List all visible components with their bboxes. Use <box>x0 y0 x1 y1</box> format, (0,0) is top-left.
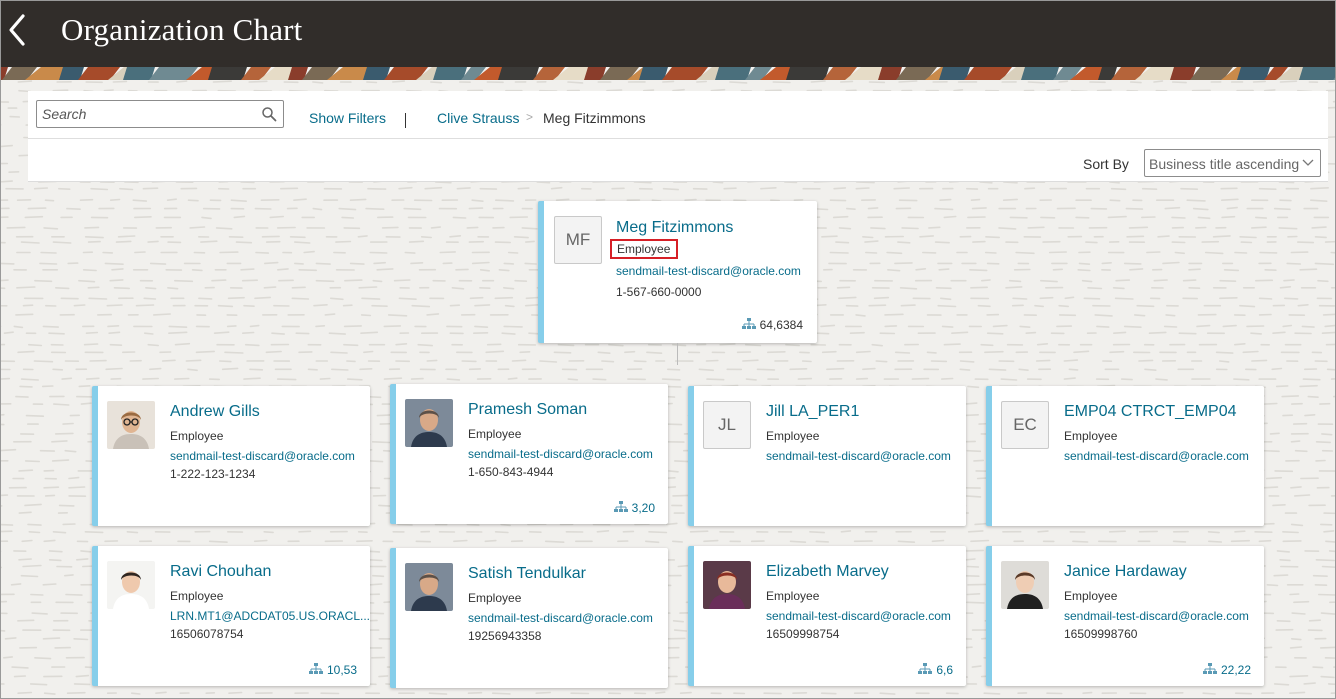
decorative-banner <box>0 67 1336 80</box>
avatar: MF <box>554 216 602 264</box>
phone-number: 16509998760 <box>1064 627 1138 641</box>
avatar: JL <box>703 401 751 449</box>
direct-reports-count[interactable]: 22,22 <box>1202 663 1251 677</box>
person-name[interactable]: Andrew Gills <box>170 403 260 421</box>
role-label: Employee <box>170 589 224 603</box>
toolbar-divider <box>405 113 406 128</box>
email-link[interactable]: sendmail-test-discard@oracle.com <box>766 449 951 463</box>
person-name[interactable]: EMP04 CTRCT_EMP04 <box>1064 403 1237 421</box>
sort-by-label: Sort By <box>1083 156 1129 172</box>
page-title: Organization Chart <box>61 12 303 47</box>
direct-reports-value: 64,6384 <box>759 318 803 332</box>
org-hierarchy-icon <box>308 663 323 674</box>
page-header: Organization Chart <box>0 0 1336 67</box>
direct-reports-count[interactable]: 3,20 <box>613 501 655 515</box>
direct-reports-value: 22,22 <box>1220 663 1251 677</box>
employee-card[interactable]: Pramesh Soman Employee sendmail-test-disca… <box>390 384 668 524</box>
employee-card[interactable]: Elizabeth Marvey Employee sendmail-test-di… <box>688 546 966 686</box>
avatar-photo <box>107 401 155 449</box>
search-icon[interactable] <box>261 106 277 122</box>
email-link[interactable]: sendmail-test-discard@oracle.com <box>616 264 801 278</box>
email-link[interactable]: sendmail-test-discard@oracle.com <box>766 609 951 623</box>
employee-card[interactable]: Janice Hardaway Employee sendmail-test-dis… <box>986 546 1264 686</box>
direct-reports-value: 3,20 <box>631 501 655 515</box>
employee-card[interactable]: JL Jill LA_PER1 Employee sendmail-test-disc… <box>688 386 966 526</box>
avatar: EC <box>1001 401 1049 449</box>
org-hierarchy-icon <box>1202 663 1217 674</box>
role-label: Employee <box>766 429 820 443</box>
direct-reports-count[interactable]: 10,53 <box>308 663 357 677</box>
org-hierarchy-icon <box>613 501 628 512</box>
breadcrumb-separator: > <box>526 110 534 124</box>
role-label: Employee <box>1064 589 1118 603</box>
breadcrumb-item-current: Meg Fitzimmons <box>543 110 646 126</box>
person-name[interactable]: Jill LA_PER1 <box>766 403 859 421</box>
phone-number: 16509998754 <box>766 627 840 641</box>
role-label: Employee <box>170 429 224 443</box>
email-link[interactable]: sendmail-test-discard@oracle.com <box>1064 609 1249 623</box>
search-box <box>36 100 284 128</box>
email-link[interactable]: sendmail-test-discard@oracle.com <box>1064 449 1249 463</box>
employee-card[interactable]: Satish Tendulkar Employee sendmail-test-di… <box>390 548 668 688</box>
person-name[interactable]: Ravi Chouhan <box>170 563 271 581</box>
person-name[interactable]: Pramesh Soman <box>468 401 587 419</box>
org-hierarchy-icon <box>741 318 756 329</box>
avatar-photo <box>405 563 453 611</box>
direct-reports-count[interactable]: 6,6 <box>918 663 953 677</box>
email-link[interactable]: sendmail-test-discard@oracle.com <box>170 449 355 463</box>
role-label: Employee <box>468 427 522 441</box>
chevron-down-icon <box>1302 159 1314 166</box>
org-hierarchy-icon <box>918 663 933 674</box>
direct-reports-value: 10,53 <box>326 663 357 677</box>
phone-number: 19256943358 <box>468 629 542 643</box>
phone-number: 1-222-123-1234 <box>170 467 256 481</box>
avatar-photo <box>703 561 751 609</box>
sort-by-select[interactable]: Business title ascending <box>1144 149 1321 177</box>
email-link[interactable]: sendmail-test-discard@oracle.com <box>468 447 653 461</box>
employee-card[interactable]: Ravi Chouhan Employee LRN.MT1@ADCDAT05.US.… <box>92 546 370 686</box>
role-label: Employee <box>1064 429 1118 443</box>
direct-reports-count[interactable]: 64,6384 <box>741 318 803 332</box>
person-name[interactable]: Janice Hardaway <box>1064 563 1187 581</box>
person-name[interactable]: Elizabeth Marvey <box>766 563 889 581</box>
person-name[interactable]: Satish Tendulkar <box>468 565 586 583</box>
avatar-photo <box>405 399 453 447</box>
email-link[interactable]: LRN.MT1@ADCDAT05.US.ORACL... <box>170 609 370 623</box>
breadcrumb-item-clive-strauss[interactable]: Clive Strauss <box>437 110 519 126</box>
phone-number: 1-567-660-0000 <box>616 285 702 299</box>
manager-card[interactable]: MF Meg Fitzimmons Employee sendmail-test… <box>538 201 817 343</box>
back-arrow-icon[interactable] <box>4 10 32 50</box>
avatar-photo <box>1001 561 1049 609</box>
avatar-photo <box>107 561 155 609</box>
show-filters-link[interactable]: Show Filters <box>309 110 386 126</box>
role-label: Employee <box>610 239 679 259</box>
toolbar: Show Filters Clive Strauss > Meg Fitzimm… <box>28 91 1328 139</box>
search-input[interactable] <box>42 102 252 126</box>
hierarchy-connector <box>677 343 678 365</box>
email-link[interactable]: sendmail-test-discard@oracle.com <box>468 611 653 625</box>
phone-number: 1-650-843-4944 <box>468 465 554 479</box>
employee-card[interactable]: Andrew Gills Employee sendmail-test-discar… <box>92 386 370 526</box>
direct-reports-value: 6,6 <box>936 663 953 677</box>
person-name[interactable]: Meg Fitzimmons <box>616 219 733 237</box>
phone-number: 16506078754 <box>170 627 244 641</box>
employee-card[interactable]: EC EMP04 CTRCT_EMP04 Employee sendmail-test… <box>986 386 1264 526</box>
sort-by-value: Business title ascending <box>1149 156 1300 172</box>
sort-bar: Sort By Business title ascending <box>28 139 1328 182</box>
role-label: Employee <box>468 591 522 605</box>
role-label: Employee <box>766 589 820 603</box>
